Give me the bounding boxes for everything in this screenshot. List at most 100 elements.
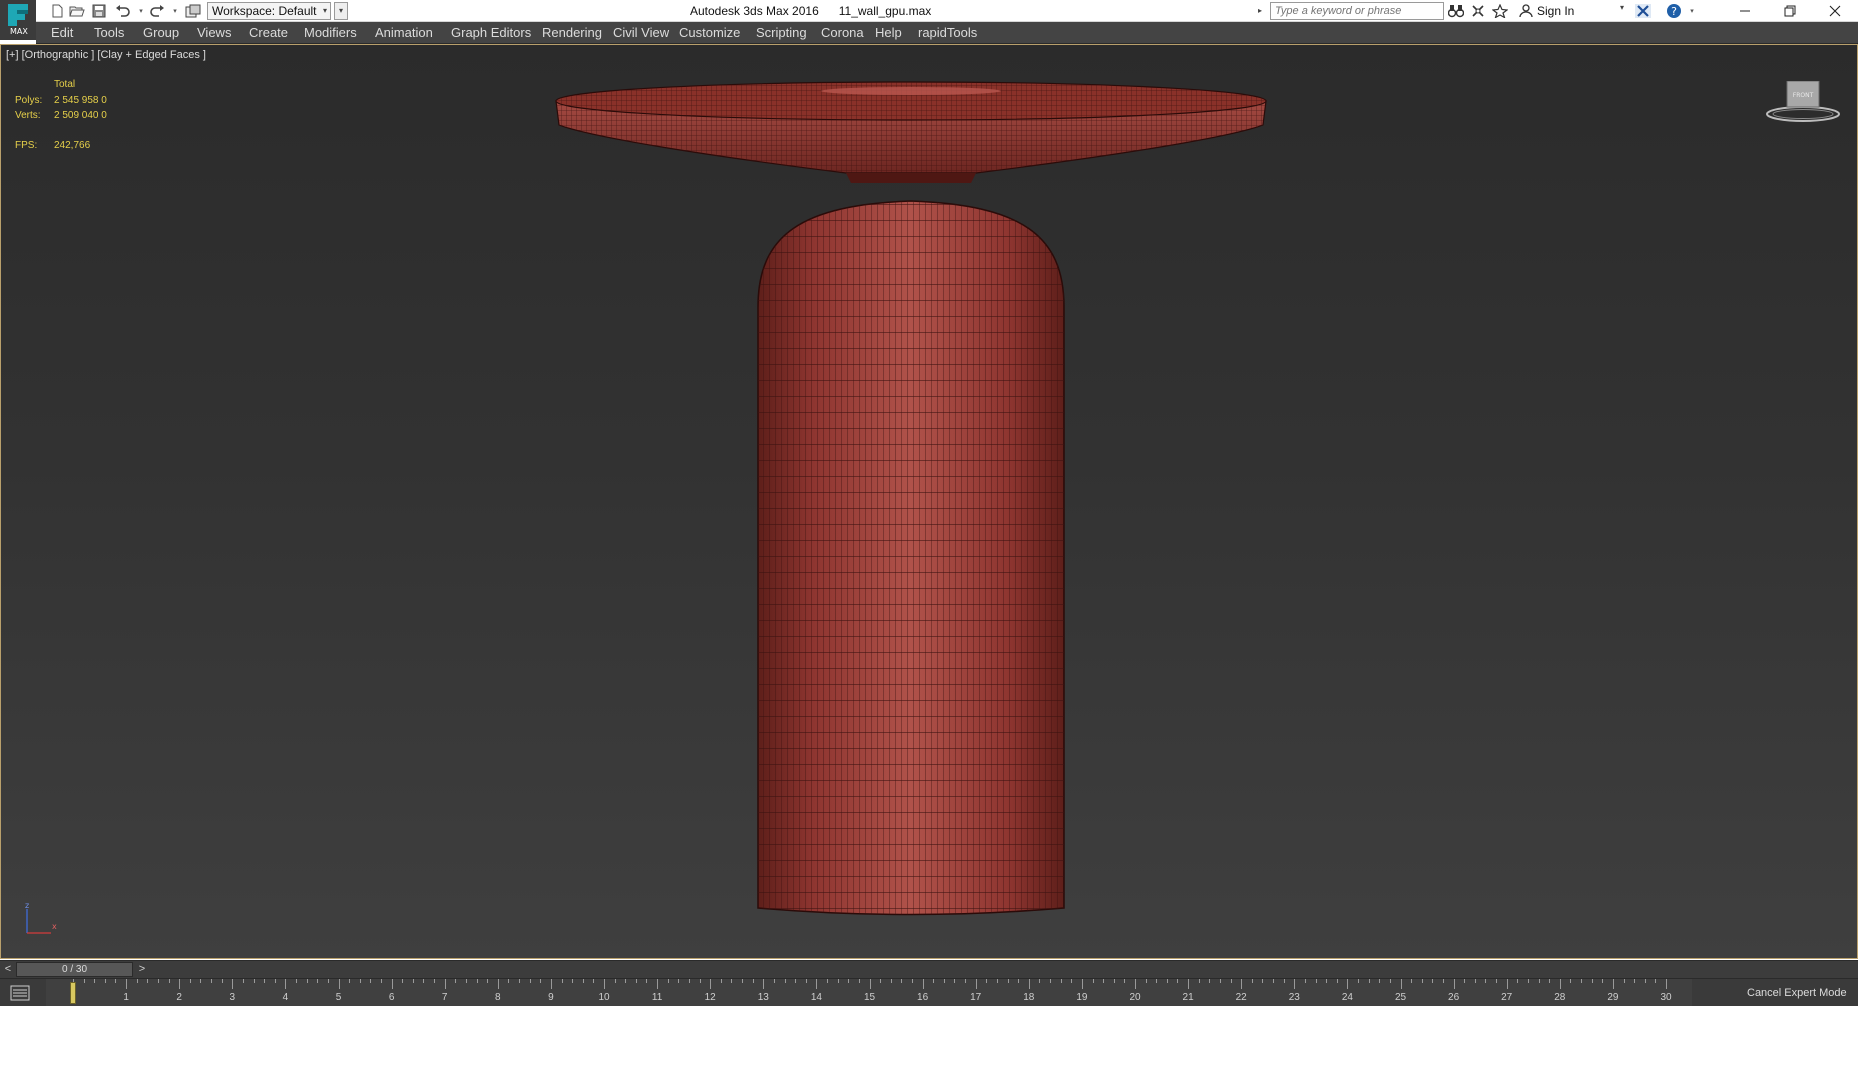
timeline-frame-label: 22 [1235, 992, 1247, 1003]
timeline-minor-tick [635, 979, 637, 983]
favorites-star-icon [1492, 4, 1508, 18]
undo-dropdown-button[interactable]: ▾ [137, 3, 145, 19]
menu-scripting[interactable]: Scripting [756, 25, 807, 40]
svg-text:?: ? [1671, 5, 1677, 18]
timeline-frame-label: 16 [917, 992, 929, 1003]
save-file-button[interactable] [90, 3, 108, 19]
timeline-minor-tick [805, 979, 807, 983]
timeline-minor-tick [508, 979, 510, 983]
timeline-minor-tick [1464, 979, 1466, 983]
empty-area [0, 1006, 1858, 1080]
axis-x-label: x [52, 922, 57, 931]
chevron-down-icon: ▾ [338, 6, 343, 15]
timeline-frame-label: 9 [548, 992, 554, 1003]
menu-rendering[interactable]: Rendering [542, 25, 602, 40]
application-menu-button[interactable]: MAX [0, 0, 36, 40]
timeline-minor-tick [476, 979, 478, 983]
search-expand-button[interactable]: ▸ [1258, 3, 1268, 19]
menu-modifiers[interactable]: Modifiers [304, 25, 357, 40]
timeline-tick [1506, 979, 1508, 989]
menu-civil-view[interactable]: Civil View [613, 25, 669, 40]
timeline-frame-label: 30 [1660, 992, 1672, 1003]
project-folder-button[interactable] [184, 3, 202, 19]
project-folder-icon [185, 4, 201, 18]
help-button[interactable]: ? [1664, 2, 1684, 20]
new-file-button[interactable] [48, 3, 66, 19]
timeline-minor-tick [646, 979, 648, 983]
timeline-minor-tick [1389, 979, 1391, 983]
timeline-minor-tick [221, 979, 223, 983]
menu-graph-editors[interactable]: Graph Editors [451, 25, 531, 40]
side-table-model[interactable] [1, 45, 1857, 958]
binoculars-icon [1448, 5, 1464, 18]
menu-rapidtools[interactable]: rapidTools [918, 25, 977, 40]
search-button[interactable] [1446, 2, 1466, 20]
timeline-frame-label: 4 [282, 992, 289, 1003]
timeline-minor-tick [434, 979, 436, 983]
orthographic-viewport[interactable]: [+] [Orthographic ] [Clay + Edged Faces … [0, 44, 1858, 959]
timeline-minor-tick [1113, 979, 1115, 983]
menu-views[interactable]: Views [197, 25, 231, 40]
timeline-frame-label: 5 [335, 992, 342, 1003]
menu-tools[interactable]: Tools [94, 25, 124, 40]
next-frame-button[interactable]: > [135, 962, 149, 977]
timeline-minor-tick [168, 979, 170, 983]
timeline-ruler[interactable]: 0123456789101112131415161718192021222324… [46, 979, 1692, 1007]
time-slider-thumb[interactable]: 0 / 30 [16, 962, 133, 977]
viewcube-navigation[interactable]: FRONT [1763, 81, 1843, 125]
open-mini-curve-editor-button[interactable] [6, 983, 34, 1003]
previous-frame-button[interactable]: < [2, 962, 14, 977]
timeline-minor-tick [1198, 979, 1200, 983]
restore-button[interactable] [1767, 0, 1813, 22]
timeline-frame-label: 12 [704, 992, 716, 1003]
timeline-tick [391, 979, 393, 989]
timeline-minor-tick [614, 979, 616, 983]
timeline-minor-tick [370, 979, 372, 983]
menu-group[interactable]: Group [143, 25, 179, 40]
menu-animation[interactable]: Animation [375, 25, 433, 40]
timeline-tick [1347, 979, 1349, 989]
x-icon [1635, 4, 1651, 18]
autodesk-app-store-button[interactable] [1633, 2, 1653, 20]
time-slider[interactable]: < 0 / 30 > [0, 960, 1858, 978]
menu-edit[interactable]: Edit [51, 25, 73, 40]
menu-corona[interactable]: Corona [821, 25, 864, 40]
sign-in-button[interactable]: Sign In [1519, 2, 1574, 20]
timeline-minor-tick [1050, 979, 1052, 983]
timeline-frame-label: 7 [441, 992, 448, 1003]
timeline-minor-tick [572, 979, 574, 983]
timeline-minor-tick [996, 979, 998, 983]
close-button[interactable] [1812, 0, 1858, 22]
menu-create[interactable]: Create [249, 25, 288, 40]
redo-button[interactable] [148, 3, 166, 19]
search-input[interactable] [1270, 2, 1444, 20]
menu-customize[interactable]: Customize [679, 25, 740, 40]
timeline-minor-tick [1368, 979, 1370, 983]
workspace-label: Workspace: Default [212, 4, 317, 18]
timeline-minor-tick [1103, 979, 1105, 983]
open-file-button[interactable] [68, 3, 86, 19]
menu-help[interactable]: Help [875, 25, 902, 40]
workspace-dropdown[interactable]: Workspace: Default ▾ [207, 2, 331, 20]
chevron-right-icon: ▸ [1258, 6, 1263, 15]
timeline-minor-tick [296, 979, 298, 983]
communication-center-button[interactable] [1468, 2, 1488, 20]
timeline-minor-tick [1485, 979, 1487, 983]
timeline-minor-tick [1219, 979, 1221, 983]
quick-access-customize-button[interactable]: ▾ [334, 2, 348, 20]
sign-in-dropdown[interactable]: ▾ [1620, 3, 1624, 12]
timeline-minor-tick [848, 979, 850, 983]
timeline-minor-tick [274, 979, 276, 983]
timeline-minor-tick [1039, 979, 1041, 983]
timeline-frame-label: 1 [123, 992, 129, 1003]
minimize-button[interactable] [1722, 0, 1768, 22]
undo-button[interactable] [114, 3, 132, 19]
redo-dropdown-button[interactable]: ▾ [171, 3, 179, 19]
timeline-minor-tick [1379, 979, 1381, 983]
current-frame-marker[interactable] [70, 982, 76, 1004]
timeline-minor-tick [784, 979, 786, 983]
cancel-expert-mode-button[interactable]: Cancel Expert Mode [1747, 987, 1847, 999]
timeline-tick [816, 979, 818, 989]
favorites-button[interactable] [1490, 2, 1510, 20]
help-dropdown-button[interactable]: ▾ [1688, 3, 1696, 19]
